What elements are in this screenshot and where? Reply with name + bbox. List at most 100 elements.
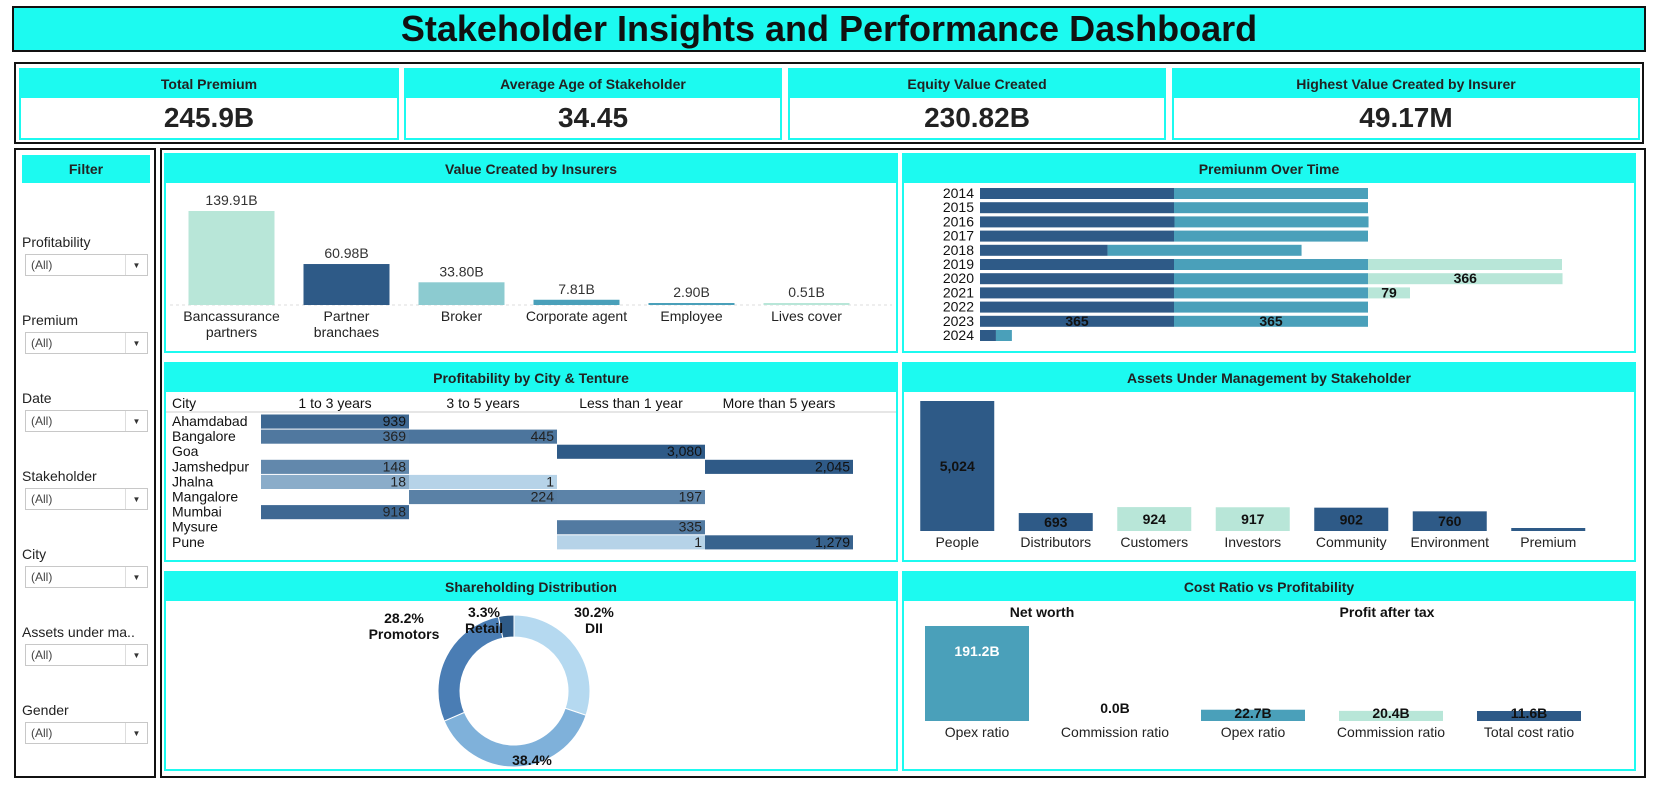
city-label: Ahamdabad — [172, 413, 248, 429]
chevron-down-icon[interactable]: ▼ — [125, 645, 147, 665]
data-label: 365 — [1065, 313, 1089, 329]
bar — [925, 626, 1029, 721]
chevron-down-icon[interactable]: ▼ — [125, 255, 147, 275]
data-label: 79 — [1381, 284, 1397, 300]
filter-select-date[interactable]: (All) ▼ — [25, 410, 148, 432]
category-label: partners — [206, 324, 257, 340]
panel-title: Assets Under Management by Stakeholder — [904, 364, 1634, 392]
column-header: 1 to 3 years — [298, 395, 371, 411]
heat-cell — [261, 474, 409, 489]
cell-label: 369 — [383, 428, 407, 444]
category-label: People — [935, 534, 979, 550]
kpi-value: 49.17M — [1359, 102, 1453, 133]
panel-premium-over-time: Premiunm Over Time 2014 2015 2016 2017 2018 2… — [902, 153, 1636, 353]
category-label: Premium — [1520, 534, 1576, 550]
filter-value: (All) — [31, 570, 53, 584]
category-label: Opex ratio — [1221, 724, 1286, 740]
data-label: 191.2B — [954, 643, 999, 659]
bar-segment — [1107, 244, 1302, 256]
filter-select-assets[interactable]: (All) ▼ — [25, 644, 148, 666]
panel-cost-ratio: Cost Ratio vs Profitability Net worth 191… — [902, 571, 1636, 771]
category-label: Broker — [441, 308, 483, 324]
bar-segment — [980, 330, 996, 341]
kpi-total-premium: Total Premium 245.9B — [19, 68, 399, 140]
filter-panel: Filter Profitability (All) ▼ Premium (Al… — [14, 148, 156, 778]
panel-shareholding: Shareholding Distribution 30.2%DII 38.4%F… — [164, 571, 898, 771]
kpi-average-age: Average Age of Stakeholder 34.45 — [404, 68, 782, 140]
filter-label-city: City — [22, 546, 47, 562]
slice-value-label: 30.2% — [574, 604, 614, 620]
filter-label-profitability: Profitability — [22, 234, 91, 250]
filter-select-gender[interactable]: (All) ▼ — [25, 722, 148, 744]
city-label: Mumbai — [172, 504, 222, 520]
cell-label: 1,279 — [815, 534, 850, 550]
bar-segment — [980, 301, 1174, 313]
category-label: Lives cover — [771, 308, 842, 324]
cell-label: 224 — [531, 489, 555, 505]
chevron-down-icon[interactable]: ▼ — [125, 411, 147, 431]
filter-select-stakeholder[interactable]: (All) ▼ — [25, 488, 148, 510]
bar-segment — [980, 259, 1174, 270]
kpi-value: 230.82B — [924, 102, 1030, 133]
kpi-value: 245.9B — [163, 102, 255, 133]
chevron-down-icon[interactable]: ▼ — [125, 489, 147, 509]
bar-segment — [1174, 202, 1368, 214]
city-label: Bangalore — [172, 428, 236, 444]
cost-ratio-chart: Net worth 191.2B Opex ratio 0.0B Commission … — [925, 604, 1581, 740]
filter-value: (All) — [31, 648, 53, 662]
data-label: 22.7B — [1234, 705, 1271, 721]
city-label: Mysure — [172, 519, 218, 535]
chevron-down-icon[interactable]: ▼ — [125, 723, 147, 743]
data-label: 902 — [1340, 511, 1364, 527]
kpi-highest-value: Highest Value Created by Insurer 49.17M — [1172, 68, 1640, 140]
filter-select-city[interactable]: (All) ▼ — [25, 566, 148, 588]
chevron-down-icon[interactable]: ▼ — [125, 567, 147, 587]
filter-label-assets: Assets under ma.. — [22, 624, 135, 640]
bar-segment — [980, 273, 1174, 285]
bar-segment — [1174, 287, 1368, 299]
panel-title: Profitability by City & Tenture — [166, 364, 896, 392]
category-label: Total cost ratio — [1484, 724, 1574, 740]
bar-segment — [1174, 301, 1368, 313]
data-label: 7.81B — [558, 281, 595, 297]
category-label: Community — [1316, 534, 1387, 550]
slice-value-label: 38.4% — [512, 752, 552, 768]
cell-label: 335 — [679, 519, 703, 535]
group-header: Profit after tax — [1340, 604, 1435, 620]
filter-value: (All) — [31, 336, 53, 350]
filter-select-premium[interactable]: (All) ▼ — [25, 332, 148, 354]
row-header: City — [172, 395, 196, 411]
kpi-label: Equity Value Created — [790, 70, 1164, 98]
filter-label-premium: Premium — [22, 312, 79, 328]
column-header: More than 5 years — [723, 395, 836, 411]
filter-value: (All) — [31, 258, 53, 272]
chevron-down-icon[interactable]: ▼ — [125, 333, 147, 353]
bar-segment — [980, 244, 1108, 256]
bar-segment — [980, 230, 1174, 242]
data-label: 2.90B — [673, 284, 710, 300]
premium-over-time-chart: 2014201520162017201820192020 3662021 79202… — [943, 185, 1563, 343]
filter-select-profitability[interactable]: (All) ▼ — [25, 254, 148, 276]
bar — [763, 303, 850, 305]
data-label: 760 — [1438, 513, 1462, 529]
data-label: 20.4B — [1372, 705, 1409, 721]
kpi-equity-value: Equity Value Created 230.82B — [788, 68, 1166, 140]
category-label: branchaes — [314, 324, 379, 340]
aum-chart: 5,024 People 693 Distributors 924 Customers 91… — [920, 401, 1586, 550]
category-label: Opex ratio — [945, 724, 1010, 740]
panel-title: Shareholding Distribution — [166, 573, 896, 601]
filter-title: Filter — [22, 155, 150, 183]
slice-name-label: FII — [524, 768, 540, 769]
bar-segment — [1174, 216, 1369, 228]
bar — [303, 264, 390, 305]
panel-title: Premiunm Over Time — [904, 155, 1634, 183]
category-label: Corporate agent — [526, 308, 627, 324]
slice-name-label: DII — [585, 620, 603, 636]
group-header: Net worth — [1010, 604, 1075, 620]
filter-value: (All) — [31, 414, 53, 428]
category-label: Employee — [660, 308, 722, 324]
category-label: Investors — [1224, 534, 1281, 550]
data-label: 693 — [1044, 514, 1068, 530]
city-label: Pune — [172, 534, 205, 550]
slice-value-label: 28.2% — [384, 610, 424, 626]
